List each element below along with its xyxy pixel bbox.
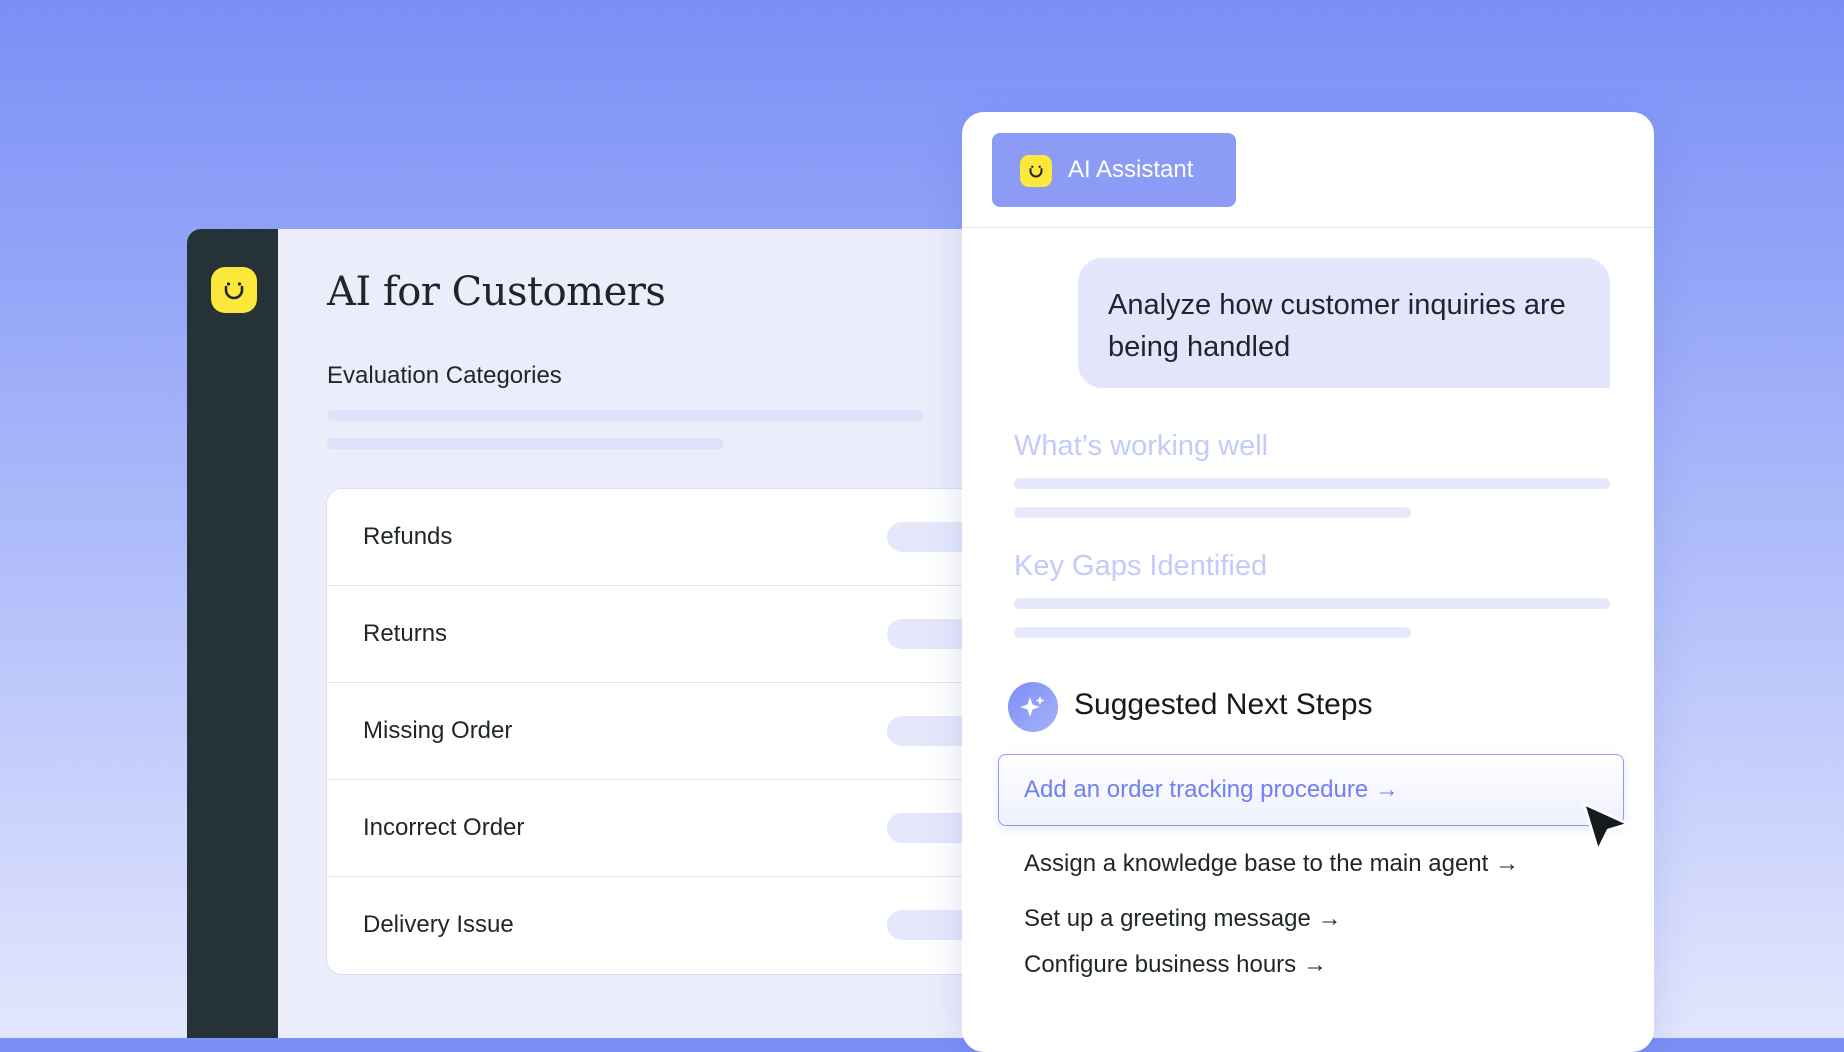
user-message-bubble: Analyze how customer inquiries are being… xyxy=(1078,258,1610,388)
customers-window: AI for Customers Evaluation Categories R… xyxy=(187,229,987,1038)
step-assign-knowledge-base-link[interactable]: Assign a knowledge base to the main agen… xyxy=(1024,850,1519,878)
step-greeting-message-link[interactable]: Set up a greeting message → xyxy=(1024,905,1342,933)
category-label: Refunds xyxy=(363,523,453,550)
step-business-hours-link[interactable]: Configure business hours → xyxy=(1024,951,1327,979)
categories-list: Refunds Returns Missing Order Incorrect … xyxy=(326,488,987,975)
sidebar-rail xyxy=(187,229,278,1038)
step-add-order-tracking-button[interactable]: Add an order tracking procedure → xyxy=(998,754,1624,826)
category-row-delivery-issue[interactable]: Delivery Issue xyxy=(327,877,987,973)
smiley-logo-icon xyxy=(1020,155,1052,187)
evaluation-categories-label: Evaluation Categories xyxy=(327,362,562,389)
category-row-missing-order[interactable]: Missing Order xyxy=(327,683,987,780)
ai-assistant-panel: AI Assistant Analyze how customer inquir… xyxy=(962,112,1654,1052)
key-gaps-heading: Key Gaps Identified xyxy=(1014,550,1268,582)
category-label: Returns xyxy=(363,620,448,647)
category-row-refunds[interactable]: Refunds xyxy=(327,489,987,586)
placeholder-line xyxy=(1014,478,1610,489)
mouse-pointer-icon xyxy=(1580,800,1632,856)
suggested-next-steps-title: Suggested Next Steps xyxy=(1074,688,1373,721)
category-row-returns[interactable]: Returns xyxy=(327,586,987,683)
ai-assistant-tab-label: AI Assistant xyxy=(1068,156,1194,183)
smiley-logo-icon[interactable] xyxy=(211,267,257,313)
category-label: Missing Order xyxy=(363,717,513,744)
sparkle-icon xyxy=(1008,682,1058,732)
working-well-heading: What’s working well xyxy=(1014,430,1269,462)
placeholder-line xyxy=(327,438,724,449)
placeholder-line xyxy=(1014,627,1411,638)
ai-assistant-tab[interactable]: AI Assistant xyxy=(992,133,1236,207)
category-label: Delivery Issue xyxy=(363,911,514,938)
panel-header: AI Assistant xyxy=(962,112,1654,228)
page-title: AI for Customers xyxy=(327,269,666,315)
placeholder-line xyxy=(1014,507,1411,518)
step-label: Add an order tracking procedure → xyxy=(1024,776,1399,803)
category-label: Incorrect Order xyxy=(363,814,525,841)
placeholder-line xyxy=(1014,598,1610,609)
placeholder-line xyxy=(327,410,923,421)
category-row-incorrect-order[interactable]: Incorrect Order xyxy=(327,780,987,877)
